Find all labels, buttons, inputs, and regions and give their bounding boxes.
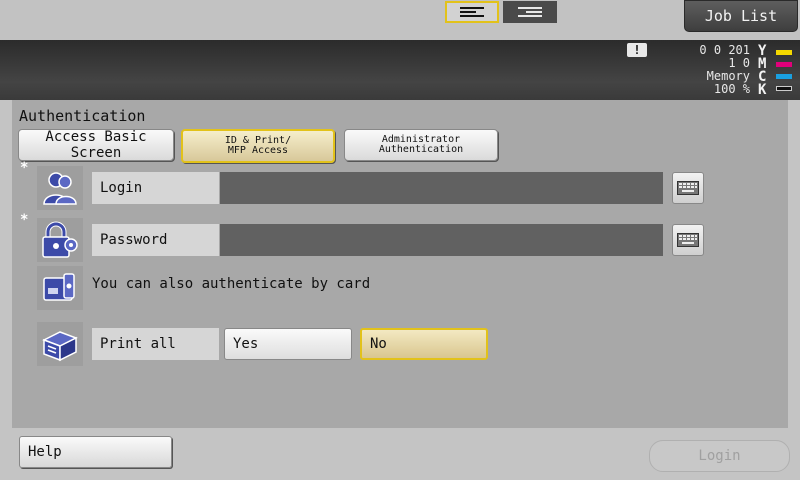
section-title: Authentication [19,107,146,125]
tab-id-print-line2: MFP Access [227,145,289,156]
login-label: Login [92,172,219,204]
login-input[interactable] [220,172,663,204]
detail-view-toggle-button[interactable] [503,1,557,23]
memory-value: 100 % [713,82,750,96]
login-keyboard-button[interactable] [672,172,704,204]
tab-access-basic-screen[interactable]: Access Basic Screen [18,129,174,161]
list-view-icon [460,5,484,19]
keyboard-icon [677,181,699,195]
tab-administrator-authentication[interactable]: Administrator Authentication [344,129,498,161]
print-all-yes-button[interactable]: Yes [224,328,352,360]
password-input[interactable] [220,224,663,256]
counter-line-1: 0 0 201 [699,43,750,57]
help-button[interactable]: Help [19,436,172,468]
status-band: ! 0 0 201 1 0 Memory 100 % Y M C K [0,40,800,100]
toner-k-bar [776,86,792,91]
list-view-toggle-button[interactable] [445,1,499,23]
card-authentication-note: You can also authenticate by card [92,276,371,292]
password-lock-icon [37,218,83,262]
detail-view-icon [518,5,542,19]
toner-c-bar [776,74,792,79]
login-button[interactable]: Login [649,440,790,472]
counter-line-2: 1 0 [728,56,750,70]
toner-m-bar [776,62,792,67]
keyboard-icon [677,233,699,247]
toner-y-bar [776,50,792,55]
toner-k-label: K [758,82,767,98]
password-keyboard-button[interactable] [672,224,704,256]
printer-icon [37,322,83,366]
warning-icon[interactable]: ! [627,43,647,57]
user-icon [37,166,83,210]
card-reader-icon [37,266,83,310]
print-all-no-button[interactable]: No [360,328,488,360]
print-all-label: Print all [92,328,219,360]
tab-id-print-mfp-access[interactable]: ID & Print/ MFP Access [181,129,335,163]
top-bar: Job List [0,0,800,40]
tab-admin-line2: Authentication [378,144,464,155]
required-mark-login: * [20,160,29,176]
required-mark-password: * [20,212,29,228]
job-list-button[interactable]: Job List [684,0,798,32]
memory-label: Memory [706,69,750,83]
password-label: Password [92,224,219,256]
